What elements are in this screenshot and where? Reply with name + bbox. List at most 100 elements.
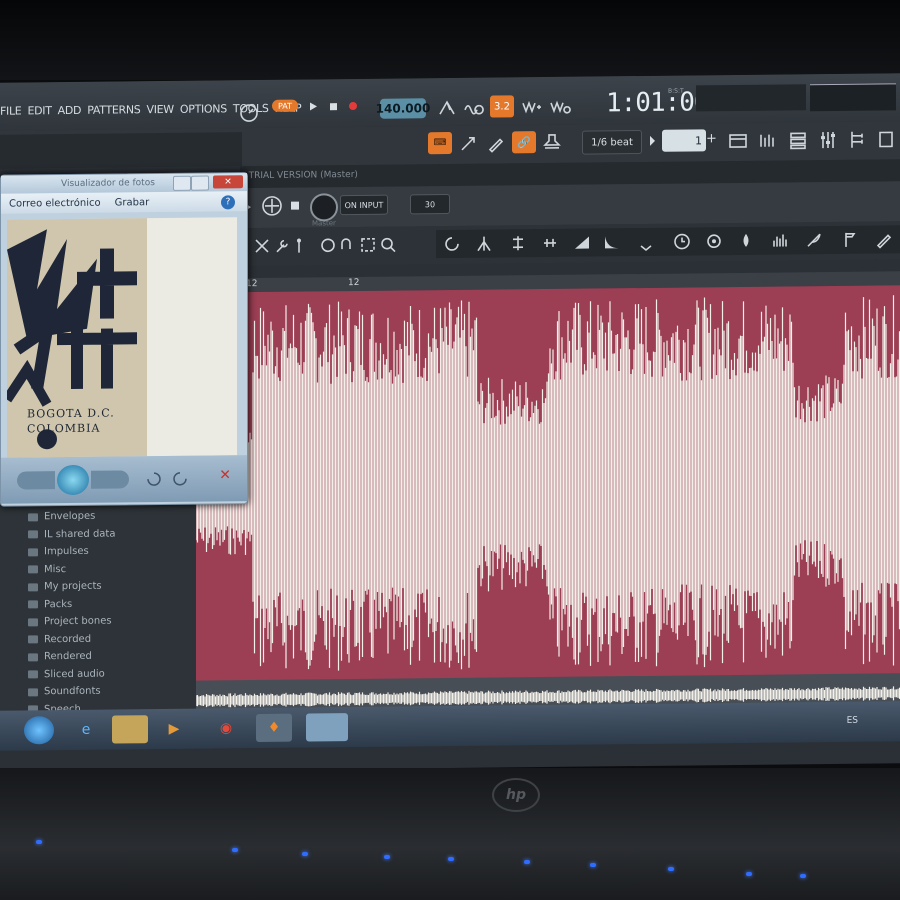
hint-panel <box>696 84 806 112</box>
pencil-tool-icon[interactable] <box>484 131 508 155</box>
plugin-picker-icon[interactable] <box>876 127 896 151</box>
poster-line-1: BOGOTA D.C. <box>27 406 115 421</box>
link-tool-button[interactable]: 🔗 <box>512 131 536 154</box>
increment-icon[interactable]: + <box>706 131 717 146</box>
stamp-tool-icon[interactable] <box>540 131 564 155</box>
search-icon[interactable] <box>378 235 398 255</box>
blur-icon[interactable] <box>704 231 724 251</box>
laptop-body <box>0 768 900 900</box>
menu-add[interactable]: ADD <box>58 104 82 117</box>
maximize-button[interactable] <box>191 175 209 191</box>
step-value-field[interactable]: 1 <box>662 129 706 152</box>
loop-record-icon[interactable] <box>548 97 572 117</box>
browser-folder-label: Sliced audio <box>44 668 105 681</box>
delete-icon[interactable]: ✕ <box>219 467 231 483</box>
flag-icon[interactable] <box>840 230 860 250</box>
refresh-icon[interactable] <box>442 234 462 254</box>
fade-out-icon[interactable] <box>602 232 622 252</box>
metronome-icon[interactable] <box>436 98 458 118</box>
fit-view-icon[interactable] <box>358 235 378 255</box>
previous-button[interactable] <box>17 471 55 490</box>
play-icon[interactable] <box>306 99 320 113</box>
start-button[interactable] <box>24 716 54 745</box>
typing-keyboard-button[interactable]: ⌨ <box>428 131 452 155</box>
spectrum-icon[interactable] <box>770 230 790 250</box>
scissors-icon[interactable] <box>252 236 272 256</box>
close-button[interactable]: ✕ <box>213 175 243 189</box>
fl-studio-icon[interactable]: ♦ <box>256 713 292 743</box>
email-button[interactable]: Correo electrónico <box>9 197 101 209</box>
browser-icon[interactable] <box>846 128 870 152</box>
snap-selector[interactable]: 1/6 beat <box>582 129 642 155</box>
record-length-field[interactable]: 30 <box>410 194 450 215</box>
slideshow-button[interactable] <box>57 464 89 496</box>
menu-patterns[interactable]: PATTERNS <box>87 103 140 117</box>
fade-in-icon[interactable] <box>572 233 592 253</box>
clock-icon[interactable] <box>672 231 692 251</box>
next-button[interactable] <box>91 470 129 489</box>
browser-folder-item[interactable]: Envelopes <box>0 507 196 527</box>
browser-folder-item[interactable]: Project bones <box>0 612 196 632</box>
menu-file[interactable]: FILE <box>0 104 21 117</box>
waveform-editor[interactable] <box>196 285 900 693</box>
record-icon[interactable] <box>346 99 360 113</box>
record-button[interactable] <box>310 193 338 222</box>
loop-icon[interactable] <box>338 235 358 255</box>
browser-folder-item[interactable]: Sliced audio <box>0 664 196 684</box>
help-icon[interactable]: ? <box>221 195 235 210</box>
language-indicator[interactable]: ES <box>847 716 858 726</box>
mixer-icon[interactable] <box>816 128 840 152</box>
feather-icon[interactable] <box>804 230 824 250</box>
rotate-right-icon[interactable] <box>171 470 189 488</box>
browser-folder-item[interactable]: Recorded <box>0 629 196 649</box>
pattern-song-toggle[interactable]: PAT <box>272 99 298 112</box>
browser-folder-item[interactable]: My projects <box>0 577 196 597</box>
stop-icon[interactable] <box>326 99 340 113</box>
menu-edit[interactable]: EDIT <box>27 104 51 117</box>
menu-view[interactable]: VIEW <box>146 103 173 116</box>
pen-icon[interactable] <box>874 229 894 249</box>
chevron-right-icon[interactable] <box>648 134 658 148</box>
blend-notes-icon[interactable] <box>520 97 542 117</box>
browser-folder-item[interactable]: Packs <box>0 594 196 614</box>
stereo-icon[interactable] <box>474 234 494 254</box>
chrome-icon[interactable]: ◉ <box>208 714 244 742</box>
menu-options[interactable]: OPTIONS <box>180 102 227 115</box>
song-info-panel <box>0 132 242 169</box>
browser-folder-item[interactable]: Misc <box>0 559 196 579</box>
equalizer-icon[interactable] <box>540 233 560 253</box>
run-icon[interactable] <box>636 232 656 252</box>
browser-folder-item[interactable]: IL shared data <box>0 524 196 544</box>
photo-viewer-task-icon[interactable] <box>306 713 348 742</box>
record-mode-selector[interactable]: ON INPUT <box>340 194 388 216</box>
folder-icon <box>28 530 38 539</box>
browser-folder-label: Misc <box>44 563 67 576</box>
move-cursor-icon[interactable] <box>260 194 284 218</box>
wrench-icon[interactable] <box>272 236 292 256</box>
zoom-selection-icon[interactable] <box>318 235 338 255</box>
tempo-display[interactable]: 140.000 <box>376 98 430 119</box>
browser-folder-label: Envelopes <box>44 510 96 523</box>
playlist-icon[interactable] <box>726 129 750 153</box>
photo-viewer-toolbar: Correo electrónico Grabar <box>1 191 247 214</box>
burn-button[interactable]: Grabar <box>115 197 150 208</box>
file-explorer-icon[interactable] <box>112 715 148 744</box>
wait-input-icon[interactable] <box>462 98 488 118</box>
channel-rack-icon[interactable] <box>786 128 810 152</box>
drop-icon[interactable] <box>736 231 756 251</box>
arrow-tool-icon[interactable] <box>456 132 480 156</box>
media-player-icon[interactable]: ▶ <box>156 715 192 743</box>
internet-explorer-icon[interactable]: e <box>68 716 104 744</box>
normalize-icon[interactable] <box>508 233 528 253</box>
browser-folder-item[interactable]: Impulses <box>0 542 196 562</box>
marker-icon[interactable] <box>292 236 306 256</box>
browser-folder-item[interactable]: Soundfonts <box>0 682 196 702</box>
beat-display[interactable]: 3.2 <box>490 95 514 118</box>
browser-folder-item[interactable]: Rendered <box>0 647 196 667</box>
editor-title: n TRIAL VERSION (Master) <box>240 169 358 182</box>
piano-roll-icon[interactable] <box>756 129 780 153</box>
rotate-left-icon[interactable] <box>145 470 163 488</box>
stop-icon-small[interactable] <box>288 198 302 216</box>
laptop-bezel-top <box>0 0 900 80</box>
minimize-button[interactable] <box>173 175 191 191</box>
